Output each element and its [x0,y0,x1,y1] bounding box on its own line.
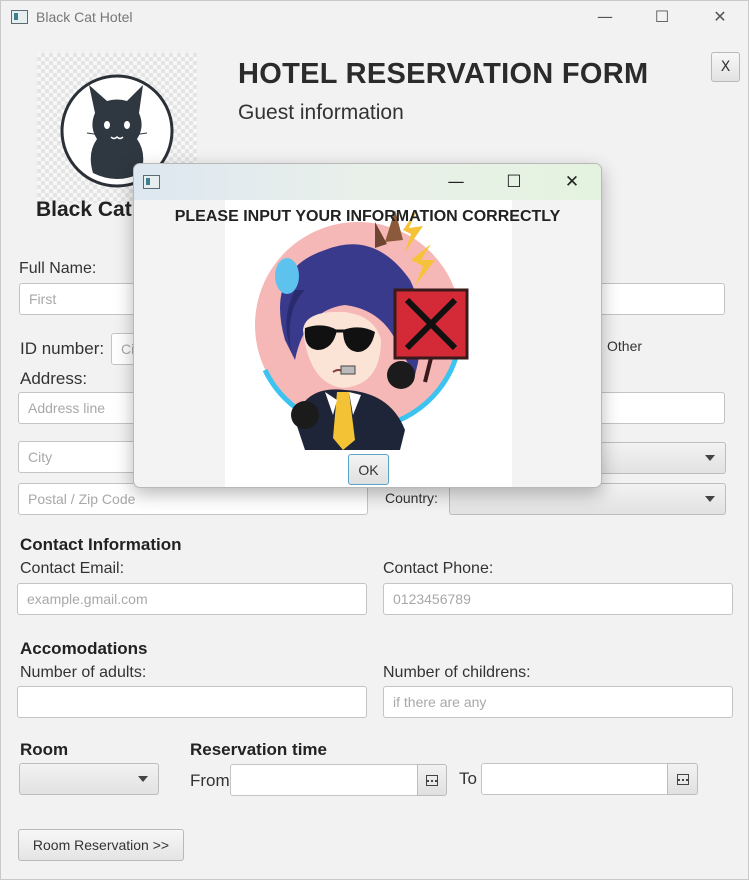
from-label: From [190,771,230,790]
from-date-picker-button[interactable] [417,764,447,796]
address-label: Address: [20,369,88,388]
close-window-button[interactable]: ✕ [706,6,734,28]
country-label: Country: [385,490,438,506]
app-icon [11,10,28,24]
calendar-icon [426,774,438,786]
children-label: Number of childrens: [383,664,531,681]
reservation-time-title: Reservation time [190,740,327,759]
minimize-button[interactable]: — [591,6,619,28]
adults-field[interactable] [17,686,367,718]
to-label: To [459,769,477,788]
last-name-field[interactable] [591,283,725,315]
contact-email-label: Contact Email: [20,560,125,577]
anime-girl-icon [255,210,469,450]
window-title: Black Cat Hotel [36,9,133,25]
dialog-maximize-button[interactable]: ☐ [500,171,528,193]
app-icon [143,175,160,189]
from-date-field[interactable] [230,764,420,796]
adults-label: Number of adults: [20,664,147,681]
form-subtitle: Guest information [238,101,404,124]
contact-phone-field[interactable]: 0123456789 [383,583,733,615]
dialog-minimize-button[interactable]: — [442,171,470,193]
dialog-message: PLEASE INPUT YOUR INFORMATION CORRECTLY [174,208,561,225]
chevron-down-icon [705,496,715,502]
children-field[interactable]: if there are any [383,686,733,718]
chevron-down-icon [705,455,715,461]
close-form-button[interactable]: X [711,52,740,82]
contact-email-field[interactable]: example.gmail.com [17,583,367,615]
gender-other-label[interactable]: Other [607,338,642,354]
dialog-image [225,200,512,487]
address-line2-field[interactable] [591,392,725,424]
alert-dialog: — ☐ ✕ PLEASE INPUT YOUR INFORMATION CORR… [133,163,602,488]
ok-button[interactable]: OK [348,454,389,485]
state-combobox[interactable] [591,442,726,474]
chevron-down-icon [138,776,148,782]
to-date-picker-button[interactable] [667,763,698,795]
title-bar: Black Cat Hotel — ☐ ✕ [1,1,748,34]
room-reservation-button[interactable]: Room Reservation >> [18,829,184,861]
dialog-title-bar: — ☐ ✕ [134,164,601,200]
contact-section-title: Contact Information [20,535,182,554]
contact-phone-label: Contact Phone: [383,560,494,577]
calendar-icon [676,773,689,785]
id-number-label: ID number: [20,339,105,358]
full-name-label: Full Name: [19,260,97,277]
room-combobox[interactable] [19,763,159,795]
maximize-button[interactable]: ☐ [648,6,676,28]
to-date-field[interactable] [481,763,669,795]
room-section-title: Room [20,740,69,759]
accommodations-section-title: Accomodations [20,639,148,658]
dialog-close-button[interactable]: ✕ [558,171,586,193]
form-title: HOTEL RESERVATION FORM [238,58,649,90]
